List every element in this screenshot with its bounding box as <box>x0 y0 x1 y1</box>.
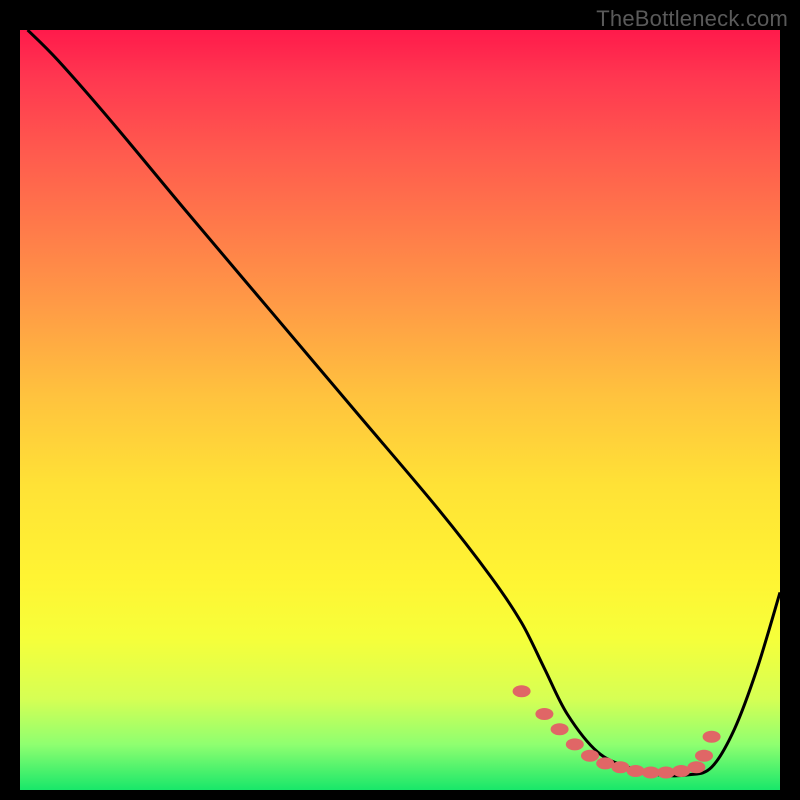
highlight-dot <box>566 738 584 750</box>
highlight-dot <box>551 723 569 735</box>
highlight-dot <box>581 750 599 762</box>
gradient-plot-area <box>20 30 780 790</box>
highlight-dot <box>703 731 721 743</box>
highlight-dot <box>687 761 705 773</box>
highlight-dot <box>627 765 645 777</box>
highlight-dot <box>513 685 531 697</box>
highlight-dot <box>535 708 553 720</box>
chart-frame: TheBottleneck.com <box>0 0 800 800</box>
chart-svg <box>20 30 780 790</box>
watermark-label: TheBottleneck.com <box>596 6 788 32</box>
highlight-dot <box>695 750 713 762</box>
bottleneck-curve-path <box>28 30 780 776</box>
highlight-dot <box>657 767 675 779</box>
highlight-dots-group <box>513 685 721 778</box>
